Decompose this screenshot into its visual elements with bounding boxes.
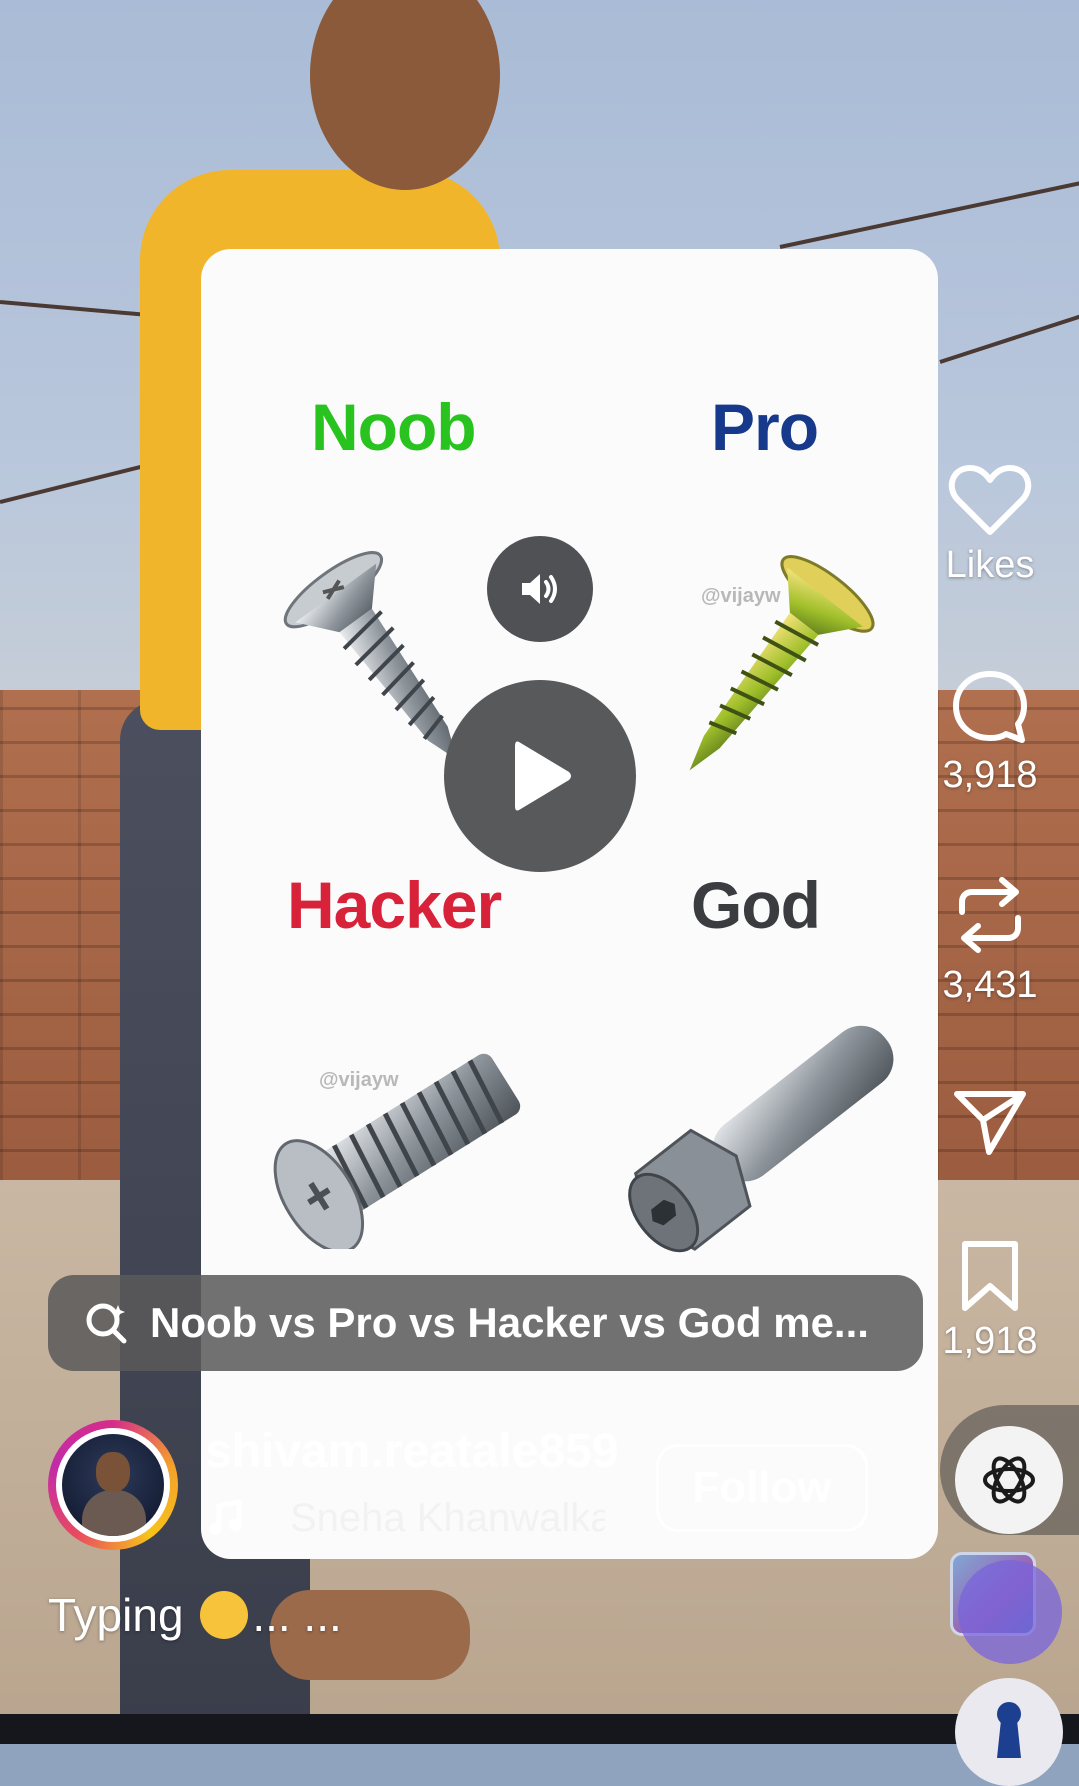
comment-count: 3,918 <box>942 754 1038 796</box>
pro-screw-image <box>689 555 875 771</box>
label-pro: Pro <box>711 390 819 464</box>
volume-button[interactable] <box>487 536 593 642</box>
thinking-emoji-icon <box>200 1591 249 1639</box>
caption-ellipsis: ... ... <box>252 1589 342 1641</box>
caption-text: Typing <box>48 1589 184 1641</box>
god-bolt-image <box>628 1025 894 1253</box>
repost-count: 3,431 <box>942 964 1038 1006</box>
label-god: God <box>691 868 821 942</box>
repost-action[interactable]: 3,431 <box>935 872 1045 1007</box>
avatar-body <box>82 1490 146 1536</box>
comment-action[interactable]: 3,918 <box>935 668 1045 797</box>
author-avatar[interactable] <box>48 1420 178 1550</box>
related-search-bar[interactable]: Noob vs Pro vs Hacker vs God me... <box>48 1275 923 1371</box>
hacker-screw-image <box>273 1053 521 1249</box>
author-username[interactable]: shivam.reatale859 <box>205 1424 620 1479</box>
post-caption[interactable]: Typing ... ... <box>48 1588 342 1642</box>
bookmark-icon <box>962 1241 1018 1311</box>
share-action[interactable] <box>935 1086 1045 1158</box>
floating-bubble[interactable] <box>958 1560 1062 1664</box>
save-action[interactable]: 1,918 <box>935 1240 1045 1363</box>
openai-logo-icon <box>983 1456 1035 1504</box>
comment-bubble-icon <box>953 671 1027 743</box>
system-nav-bar <box>0 1714 1079 1744</box>
keyhole-icon <box>997 1702 1021 1758</box>
like-label: Likes <box>945 544 1035 586</box>
music-note-icon <box>209 1499 242 1535</box>
speaker-icon <box>522 574 557 604</box>
avatar-photo <box>62 1434 164 1536</box>
label-hacker: Hacker <box>287 868 502 942</box>
audio-track[interactable]: Sneha Khanwalka <box>290 1496 605 1541</box>
repost-icon <box>959 877 1021 953</box>
search-icon <box>86 1303 127 1344</box>
save-count: 1,918 <box>942 1320 1038 1362</box>
follow-button[interactable]: Follow <box>656 1444 868 1532</box>
search-text: Noob vs Pro vs Hacker vs God me... <box>150 1299 869 1346</box>
play-icon <box>515 741 571 811</box>
assistant-bubble[interactable] <box>955 1426 1063 1534</box>
like-action[interactable]: Likes <box>935 462 1045 587</box>
avatar-border <box>56 1428 170 1542</box>
heart-icon <box>948 465 1032 535</box>
lock-bubble[interactable] <box>955 1678 1063 1786</box>
send-icon <box>954 1091 1026 1155</box>
label-noob: Noob <box>311 390 477 464</box>
avatar-face <box>96 1452 130 1492</box>
play-button[interactable] <box>444 680 636 872</box>
